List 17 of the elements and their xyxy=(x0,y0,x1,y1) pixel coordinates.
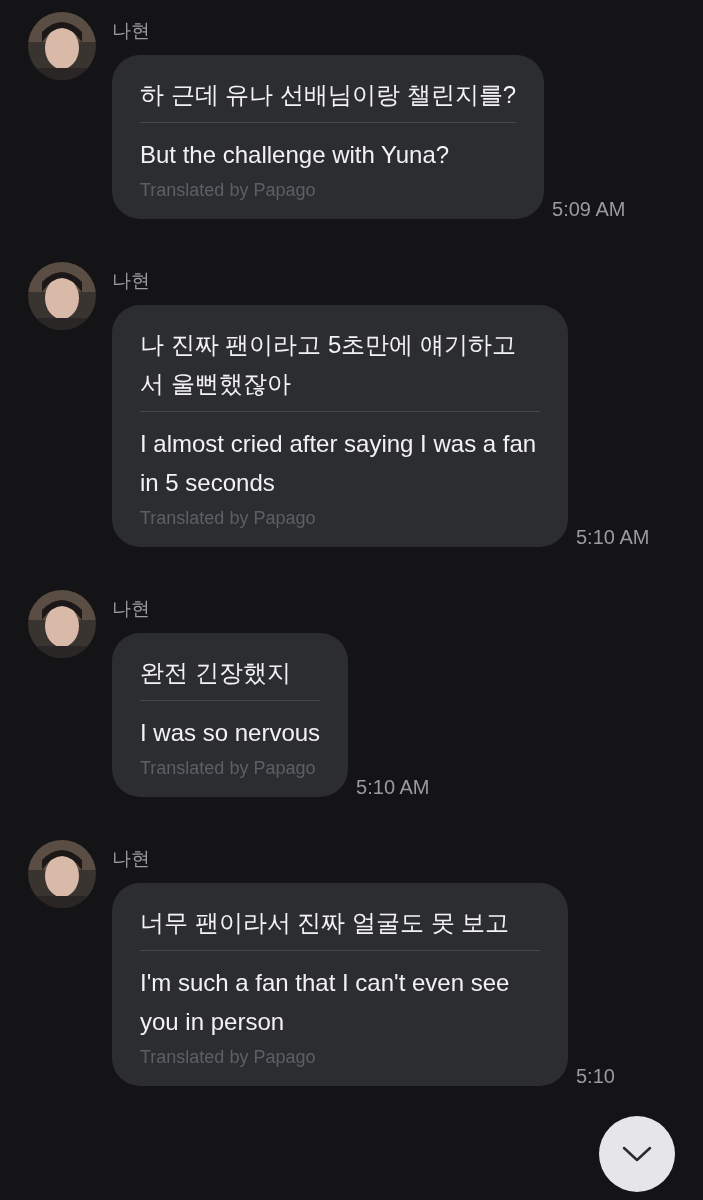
message-time: 5:09 AM xyxy=(552,198,626,221)
translated-text: I'm such a fan that I can't even see you in person xyxy=(140,968,511,1037)
sender-name: 나현 xyxy=(112,269,151,293)
translated-text: I was so nervous xyxy=(140,718,321,748)
sender-name: 나현 xyxy=(112,847,151,871)
message-time: 5:10 AM xyxy=(356,776,430,799)
message-time: 5:10 AM xyxy=(576,526,650,549)
original-text: 하 근데 유나 선배님이랑 챌린지를? xyxy=(140,80,517,110)
message-time: 5:10 xyxy=(576,1065,615,1088)
original-text: 완전 긴장했지 xyxy=(140,658,292,688)
sender-name: 나현 xyxy=(112,597,151,621)
original-text: 너무 팬이라서 진짜 얼굴도 못 보고 xyxy=(140,908,511,938)
translated-text: I almost cried after saying I was a fan in 5 seconds xyxy=(140,429,538,498)
translated-text: But the challenge with Yuna? xyxy=(140,140,451,170)
sender-name: 나현 xyxy=(112,19,151,43)
chevron-down-icon xyxy=(622,1146,652,1162)
original-text: 나 진짜 팬이라고 5초만에 얘기하고서 울뻔했잖아 xyxy=(140,330,518,399)
